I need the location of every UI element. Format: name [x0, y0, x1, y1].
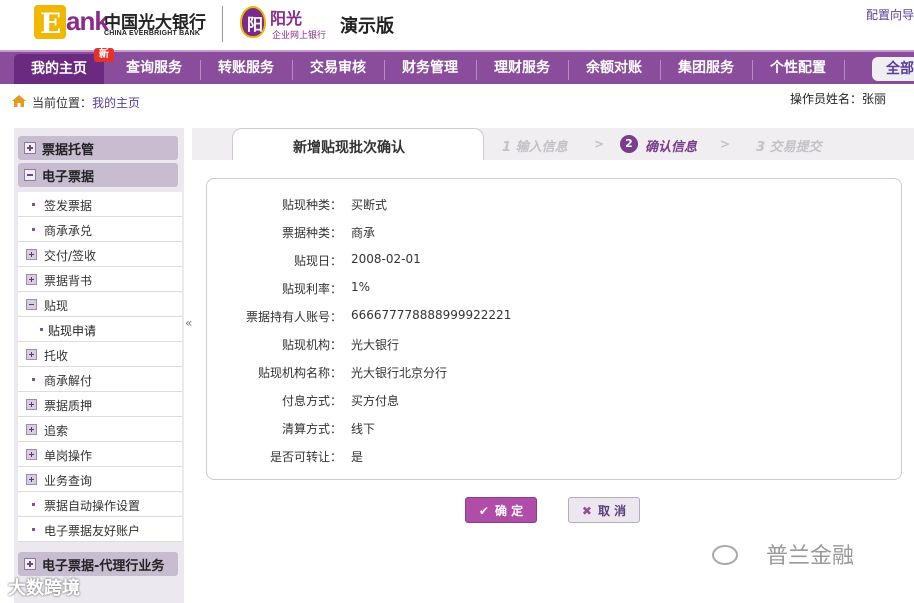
expand-icon	[26, 449, 37, 460]
step-arrow-icon: >	[594, 137, 605, 151]
confirm-button[interactable]: ✔ 确 定	[465, 497, 537, 523]
sidebar-item-issue-bill[interactable]: 签发票据	[18, 192, 182, 217]
header: E ank 中国光大银行 CHINA EVERBRIGHT BANK 阳 阳光 …	[0, 0, 914, 50]
bank-logo-text: ank	[66, 6, 109, 36]
bullet-icon	[32, 503, 35, 506]
form-row-clearing-method: 清算方式： 线下	[281, 422, 376, 436]
watermark-text: 普兰金融	[766, 544, 855, 569]
expand-icon	[26, 474, 37, 485]
form-row-discount-institution: 贴现机构： 光大银行	[281, 338, 400, 352]
bullet-icon	[32, 203, 35, 206]
nav-divider	[476, 60, 477, 80]
operator-name: 操作员姓名：张丽	[790, 92, 887, 106]
form-row-bill-type: 票据种类： 商承	[281, 226, 376, 240]
demo-label: 演示版	[340, 16, 394, 37]
nav-audit[interactable]: 交易审核	[294, 57, 382, 83]
nav-divider	[568, 60, 569, 80]
bullet-icon	[40, 328, 43, 331]
sidebar-item-auto-settings[interactable]: 票据自动操作设置	[18, 492, 182, 517]
breadcrumb-current[interactable]: 我的主页	[92, 94, 140, 111]
step-number-badge: 2	[620, 135, 638, 153]
bullet-icon	[32, 378, 35, 381]
sidebar-collapse-icon[interactable]: «	[185, 316, 192, 330]
sidebar-item-collection[interactable]: 托收	[18, 342, 182, 367]
sidebar-group-e-bill[interactable]: 电子票据	[18, 163, 178, 187]
nav-divider	[292, 60, 293, 80]
sidebar-item-acceptance[interactable]: 商承承兑	[18, 217, 182, 242]
header-divider	[222, 6, 223, 42]
nav-group[interactable]: 集团服务	[662, 57, 750, 83]
expand-icon	[26, 349, 37, 360]
form-row-discount-type: 贴现种类： 买断式	[281, 198, 388, 212]
expand-icon	[26, 249, 37, 260]
nav-divider	[752, 60, 753, 80]
nav-wealth[interactable]: 理财服务	[478, 57, 566, 83]
main-nav: 我的主页 新 查询服务 转账服务 交易审核 财务管理 理财服务 余额对账 集团服…	[0, 48, 914, 84]
sidebar-item-deliver-sign[interactable]: 交付/签收	[18, 242, 182, 267]
nav-query[interactable]: 查询服务	[110, 57, 198, 83]
config-wizard-link[interactable]: 配置向导	[866, 6, 914, 23]
sidebar-item-pledge[interactable]: 票据质押	[18, 392, 182, 417]
product-subtitle: 企业网上银行	[272, 31, 327, 41]
sidebar-item-single-post[interactable]: 单岗操作	[18, 442, 182, 467]
watermark-text-left: 大数跨境	[8, 578, 80, 599]
expand-icon	[24, 142, 36, 154]
product-badge-icon: 阳	[240, 6, 266, 38]
nav-balance[interactable]: 余额对账	[570, 57, 658, 83]
bullet-icon	[32, 228, 35, 231]
sidebar: 票据托管 电子票据 签发票据 商承承兑 交付/签收 票据背书 贴现 贴现申请 托…	[14, 128, 184, 603]
expand-icon	[24, 558, 36, 570]
expand-icon	[26, 399, 37, 410]
step-submit: 3 交易提交	[756, 140, 822, 155]
product-name: 阳光	[270, 9, 303, 28]
close-icon: ✖	[581, 504, 592, 518]
sidebar-item-discount-apply[interactable]: 贴现申请	[18, 317, 182, 342]
home-icon	[12, 95, 26, 107]
nav-personal[interactable]: 个性配置	[754, 57, 842, 83]
bank-logo-mark: E	[34, 5, 66, 40]
step-confirm-info: 确认信息	[645, 140, 698, 155]
check-icon: ✔	[478, 504, 489, 518]
form-row-holder-account: 票据持有人账号： 666677778888999922221	[245, 308, 512, 324]
sidebar-item-discount[interactable]: 贴现	[18, 292, 182, 317]
form-row-transferable: 是否可转让： 是	[269, 450, 364, 464]
bullet-icon	[32, 528, 35, 531]
expand-icon	[26, 424, 37, 435]
collapse-icon	[24, 169, 36, 181]
form-row-institution-name: 贴现机构名称： 光大银行北京分行	[257, 366, 448, 380]
nav-divider	[200, 60, 201, 80]
cancel-button[interactable]: ✖ 取 消	[568, 497, 640, 523]
sidebar-item-recourse[interactable]: 追索	[18, 417, 182, 442]
form-row-interest-method: 付息方式： 买方付息	[281, 394, 400, 408]
collapse-icon	[26, 299, 37, 310]
sidebar-item-biz-query[interactable]: 业务查询	[18, 467, 182, 492]
step-input-info: 1 输入信息	[502, 140, 568, 155]
nav-divider	[384, 60, 385, 80]
sidebar-group-agent-bank[interactable]: 电子票据-代理行业务	[18, 552, 178, 576]
wechat-icon	[712, 545, 738, 565]
nav-my-home[interactable]: 我的主页 新	[14, 48, 114, 84]
step-arrow-icon: >	[720, 137, 731, 151]
sidebar-item-friendly-accounts[interactable]: 电子票据友好账户	[18, 517, 182, 542]
nav-finance[interactable]: 财务管理	[386, 57, 474, 83]
expand-icon	[26, 274, 37, 285]
nav-divider	[844, 60, 845, 80]
sidebar-item-endorse[interactable]: 票据背书	[18, 267, 182, 292]
breadcrumb-label: 当前位置：	[32, 96, 93, 110]
nav-transfer[interactable]: 转账服务	[202, 57, 290, 83]
form-row-discount-date: 贴现日： 2008-02-01	[293, 252, 421, 268]
nav-divider	[660, 60, 661, 80]
sidebar-group-bill-custody[interactable]: 票据托管	[18, 136, 178, 160]
bank-name-en: CHINA EVERBRIGHT BANK	[104, 30, 201, 37]
tab-new-discount-confirm[interactable]: 新增贴现批次确认	[232, 128, 484, 160]
nav-all-button[interactable]: 全部	[872, 57, 914, 81]
form-row-discount-rate: 贴现利率： 1%	[281, 280, 371, 296]
sidebar-item-payment[interactable]: 商承解付	[18, 367, 182, 392]
